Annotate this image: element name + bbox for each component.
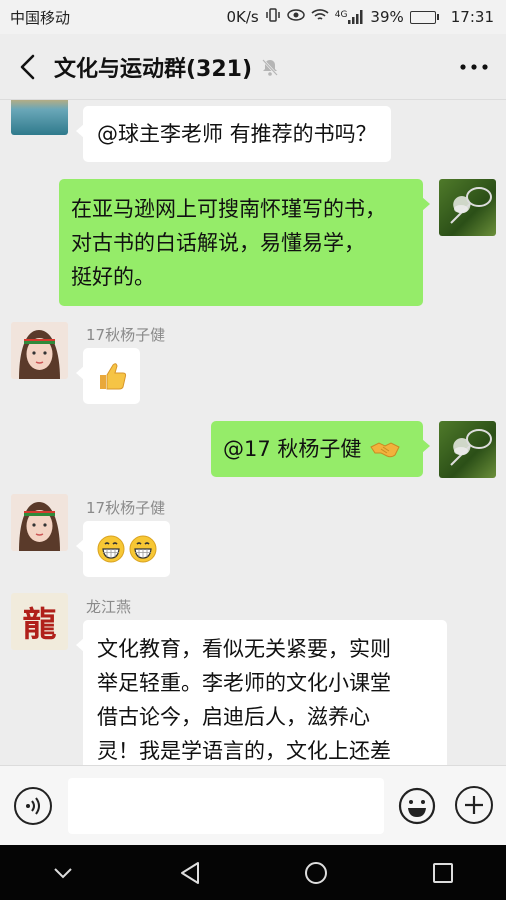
- voice-button[interactable]: [14, 787, 52, 825]
- message-bubble[interactable]: 在亚马逊网上可搜南怀瑾写的书， 对古书的白话解说，易懂易学， 挺好的。: [59, 179, 430, 306]
- back-button[interactable]: [0, 34, 56, 100]
- message-line: 挺好的。: [71, 265, 155, 289]
- sender-name: 龙江燕: [86, 598, 132, 616]
- message-line: 借古论今，启迪后人，滋养心: [97, 705, 370, 729]
- chat-header: 文化与运动群(321): [0, 34, 506, 100]
- badminton-racket-icon: [450, 429, 492, 466]
- person-photo-icon: [11, 322, 68, 379]
- avatar-dragon-calligraphy[interactable]: 龍: [11, 593, 68, 650]
- chat-title: 文化与运动群(321): [54, 56, 253, 82]
- more-button[interactable]: [456, 52, 492, 82]
- sender-name: 17秋杨子健: [86, 326, 166, 344]
- nav-recents-icon: [432, 862, 453, 883]
- message-bubble[interactable]: [76, 348, 140, 404]
- nav-down-icon: [54, 867, 72, 878]
- message-input[interactable]: [68, 778, 384, 834]
- more-dots-icon: [460, 64, 488, 70]
- message-bubble[interactable]: 文化教育，看似无关紧要，实则 举足轻重。李老师的文化小课堂 借古论今，启迪后人，…: [76, 620, 447, 765]
- voice-icon: [26, 797, 40, 815]
- message-list[interactable]: @球主李老师 有推荐的书吗？ 在亚马逊网上可搜南怀瑾写的书， 对古书的白话解说，…: [0, 100, 506, 765]
- message-text: @17 秋杨子健: [223, 437, 362, 461]
- more-functions-button[interactable]: [455, 786, 493, 824]
- emoji-icon: [398, 787, 436, 825]
- message-line: 文化教育，看似无关紧要，实则: [97, 637, 391, 661]
- mute-bell-icon: [262, 58, 278, 76]
- eye-icon: [286, 8, 305, 26]
- status-icons: 0K/s 4G 39% 17:31: [226, 7, 494, 27]
- avatar-badminton[interactable]: [439, 421, 496, 478]
- message-line: 在亚马逊网上可搜南怀瑾写的书，: [71, 197, 386, 221]
- avatar-girl[interactable]: [11, 322, 68, 379]
- nav-home-icon: [305, 861, 328, 884]
- nav-hide-button[interactable]: [33, 845, 93, 900]
- clock-label: 17:31: [450, 8, 494, 26]
- message-text: @球主李老师 有推荐的书吗？: [97, 122, 377, 146]
- input-bar: [0, 765, 506, 845]
- nav-back-icon: [180, 861, 199, 884]
- message-bubble[interactable]: @17 秋杨子健: [211, 421, 430, 477]
- nav-recents-button[interactable]: [413, 845, 473, 900]
- battery-icon: [409, 10, 439, 24]
- avatar-girl[interactable]: [11, 494, 68, 551]
- carrier-label: 中国移动: [10, 8, 71, 27]
- avatar-calligraphy: 龍: [22, 605, 57, 645]
- nav-back-button[interactable]: [160, 845, 220, 900]
- nav-home-button[interactable]: [286, 845, 346, 900]
- message-bubble[interactable]: [76, 521, 170, 577]
- battery-percent-label: 39%: [370, 8, 404, 26]
- sender-name: 17秋杨子健: [86, 499, 166, 517]
- net-speed-label: 0K/s: [226, 8, 259, 26]
- system-nav-bar: [0, 845, 506, 900]
- signal-icon: 4G: [335, 10, 365, 24]
- avatar-beach[interactable]: [11, 100, 68, 135]
- badminton-racket-icon: [450, 187, 492, 224]
- thumbs-up-icon: [100, 363, 127, 390]
- network-type-label: 4G: [334, 10, 348, 20]
- message-line: 对古书的白话解说，易懂易学，: [71, 231, 365, 255]
- handshake-icon: [370, 442, 401, 458]
- message-bubble[interactable]: @球主李老师 有推荐的书吗？: [76, 106, 391, 162]
- person-photo-icon: [11, 494, 68, 551]
- wifi-icon: [311, 8, 329, 26]
- back-arrow-icon: [20, 54, 35, 79]
- avatar-badminton[interactable]: [439, 179, 496, 236]
- status-bar: 中国移动 0K/s 4G 39% 17:31: [0, 0, 506, 34]
- emoji-button[interactable]: [397, 786, 437, 826]
- vibrate-icon: [265, 7, 281, 27]
- grin-emoji-icon: [129, 535, 156, 563]
- message-line: 灵！我是学语言的，文化上还差: [97, 739, 391, 763]
- grin-emoji-icon: [97, 535, 124, 563]
- plus-icon: [465, 796, 483, 814]
- message-line: 举足轻重。李老师的文化小课堂: [97, 671, 391, 695]
